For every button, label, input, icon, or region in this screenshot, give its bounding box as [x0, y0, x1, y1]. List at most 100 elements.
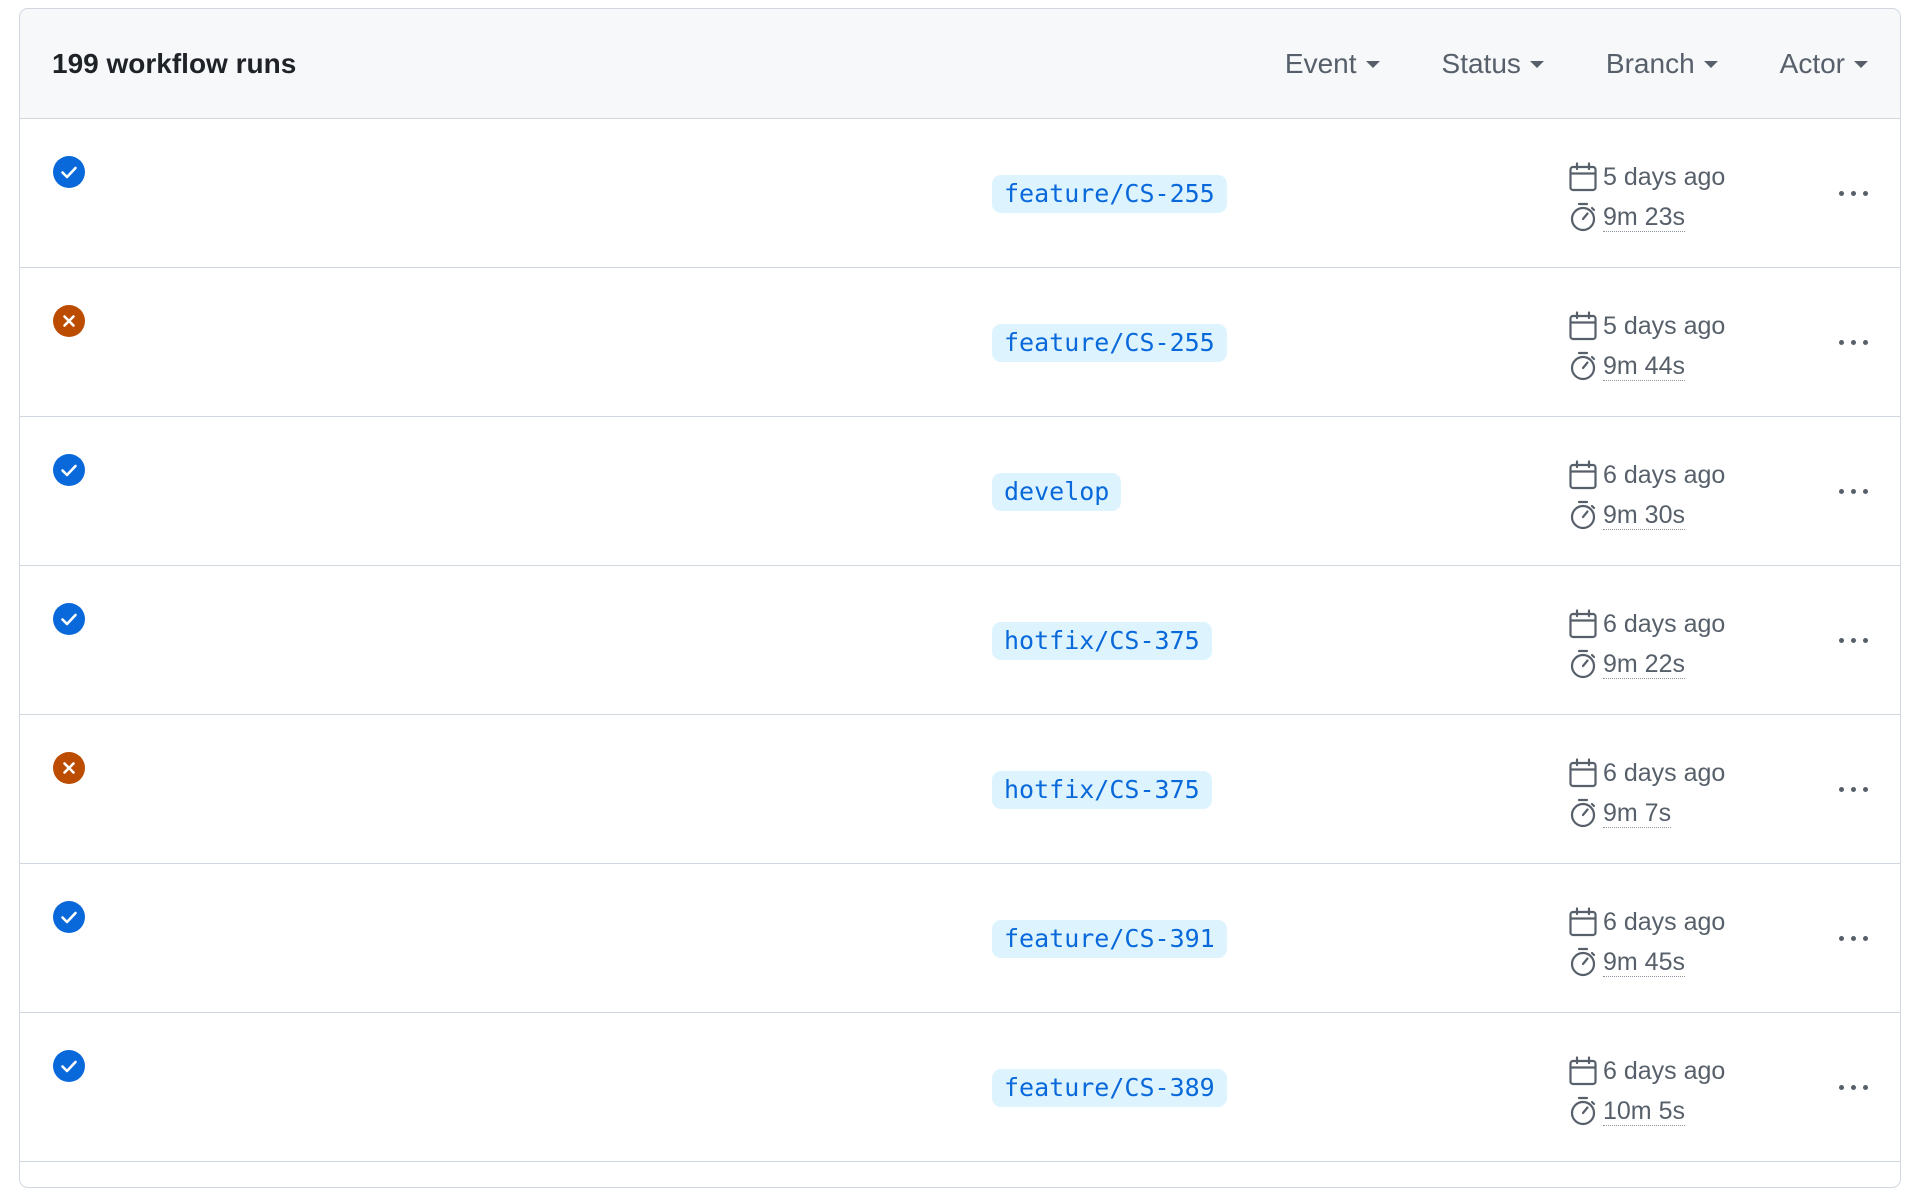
run-meta: 5 days ago 9m 44s [1568, 307, 1725, 385]
run-date: 5 days ago [1568, 307, 1725, 345]
run-meta: 6 days ago 9m 45s [1568, 903, 1725, 981]
run-duration: 9m 45s [1568, 943, 1725, 981]
filter-status[interactable]: Status [1442, 48, 1544, 80]
dot [1838, 190, 1844, 196]
stopwatch-icon [1570, 947, 1596, 977]
run-date: 6 days ago [1568, 903, 1725, 941]
stopwatch-icon [1570, 500, 1596, 530]
workflow-run-row[interactable]: develop 6 days ago 9m 30s [20, 417, 1900, 566]
dot [1838, 786, 1844, 792]
calendar-icon [1569, 907, 1597, 937]
branch-label[interactable]: feature/CS-255 [992, 324, 1227, 362]
branch-label[interactable]: develop [992, 473, 1122, 511]
branch-label[interactable]: hotfix/CS-375 [992, 771, 1212, 809]
calendar-icon [1569, 460, 1597, 490]
filter-actor[interactable]: Actor [1780, 48, 1868, 80]
run-duration: 9m 7s [1568, 794, 1725, 832]
branch-label[interactable]: hotfix/CS-375 [992, 622, 1212, 660]
caret-down-icon [1365, 61, 1380, 68]
run-date-text: 6 days ago [1603, 1056, 1726, 1085]
dot [1838, 488, 1844, 494]
run-date-text: 6 days ago [1603, 758, 1726, 787]
kebab-menu-button[interactable] [1827, 324, 1879, 360]
run-date: 6 days ago [1568, 456, 1725, 494]
x-circle-icon [53, 752, 85, 784]
workflow-run-row[interactable]: hotfix/CS-375 6 days ago 9m 22s [20, 566, 1900, 715]
dot [1850, 339, 1856, 345]
check-circle-icon [53, 156, 85, 188]
branch-label[interactable]: feature/CS-391 [992, 920, 1227, 958]
workflow-run-row[interactable]: feature/CS-389 6 days ago 10m 5s [20, 1013, 1900, 1162]
run-duration-text[interactable]: 9m 44s [1603, 352, 1685, 381]
stopwatch-icon [1570, 351, 1596, 381]
workflow-run-row[interactable]: hotfix/CS-375 6 days ago 9m 7s [20, 715, 1900, 864]
runs-rows: feature/CS-255 5 days ago 9m 23s feature… [20, 119, 1900, 1162]
run-date-text: 6 days ago [1603, 609, 1726, 638]
workflow-run-row[interactable]: feature/CS-255 5 days ago 9m 23s [20, 119, 1900, 268]
runs-count: 199 workflow runs [52, 47, 297, 79]
dot [1850, 190, 1856, 196]
run-duration-text[interactable]: 9m 45s [1603, 948, 1685, 977]
kebab-menu-button[interactable] [1827, 473, 1879, 509]
dot [1838, 339, 1844, 345]
run-date: 5 days ago [1568, 158, 1725, 196]
calendar-icon [1569, 758, 1597, 788]
filter-label: Event [1284, 47, 1357, 79]
run-duration-text[interactable]: 10m 5s [1603, 1097, 1685, 1126]
kebab-menu-button[interactable] [1827, 622, 1879, 658]
kebab-menu-button[interactable] [1827, 771, 1879, 807]
caret-down-icon [1703, 61, 1718, 68]
check-circle-icon [53, 1050, 85, 1082]
dot [1838, 935, 1844, 941]
run-duration-text[interactable]: 9m 22s [1603, 650, 1685, 679]
x-circle-icon [53, 305, 85, 337]
filter-label: Branch [1605, 47, 1695, 79]
check-circle-icon [53, 603, 85, 635]
dot [1862, 339, 1868, 345]
filter-bar: Event Status Branch Actor [1223, 9, 1900, 118]
run-duration: 9m 44s [1568, 347, 1725, 385]
filter-branch[interactable]: Branch [1606, 48, 1718, 80]
workflow-run-row[interactable]: feature/CS-255 5 days ago 9m 44s [20, 268, 1900, 417]
dot [1838, 637, 1844, 643]
run-date: 6 days ago [1568, 1052, 1725, 1090]
run-meta: 5 days ago 9m 23s [1568, 158, 1725, 236]
dot [1850, 488, 1856, 494]
run-duration: 10m 5s [1568, 1092, 1725, 1130]
run-meta: 6 days ago 9m 22s [1568, 605, 1725, 683]
calendar-icon [1569, 1056, 1597, 1086]
dot [1862, 488, 1868, 494]
run-date-text: 5 days ago [1603, 162, 1726, 191]
run-duration: 9m 30s [1568, 496, 1725, 534]
run-date: 6 days ago [1568, 605, 1725, 643]
kebab-menu-button[interactable] [1827, 175, 1879, 211]
run-duration-text[interactable]: 9m 7s [1603, 799, 1672, 828]
branch-label[interactable]: feature/CS-255 [992, 175, 1227, 213]
runs-header: 199 workflow runs Event Status Branch Ac… [20, 9, 1900, 119]
run-meta: 6 days ago 10m 5s [1568, 1052, 1725, 1130]
check-circle-icon [53, 901, 85, 933]
run-meta: 6 days ago 9m 30s [1568, 456, 1725, 534]
run-meta: 6 days ago 9m 7s [1568, 754, 1725, 832]
kebab-menu-button[interactable] [1827, 1069, 1879, 1105]
workflow-run-row[interactable]: feature/CS-391 6 days ago 9m 45s [20, 864, 1900, 1013]
calendar-icon [1569, 162, 1597, 192]
caret-down-icon [1529, 61, 1544, 68]
filter-event[interactable]: Event [1285, 48, 1380, 80]
run-duration: 9m 22s [1568, 645, 1725, 683]
filter-label: Actor [1779, 47, 1845, 79]
branch-label[interactable]: feature/CS-389 [992, 1069, 1227, 1107]
run-duration-text[interactable]: 9m 23s [1603, 203, 1685, 232]
dot [1850, 935, 1856, 941]
dot [1862, 637, 1868, 643]
run-date-text: 6 days ago [1603, 907, 1726, 936]
dot [1850, 786, 1856, 792]
workflow-runs-list: 199 workflow runs Event Status Branch Ac… [19, 8, 1901, 1188]
filter-label: Status [1441, 47, 1521, 79]
run-duration-text[interactable]: 9m 30s [1603, 501, 1685, 530]
stopwatch-icon [1570, 649, 1596, 679]
stopwatch-icon [1570, 1096, 1596, 1126]
run-duration: 9m 23s [1568, 198, 1725, 236]
caret-down-icon [1854, 61, 1868, 68]
kebab-menu-button[interactable] [1827, 920, 1879, 956]
